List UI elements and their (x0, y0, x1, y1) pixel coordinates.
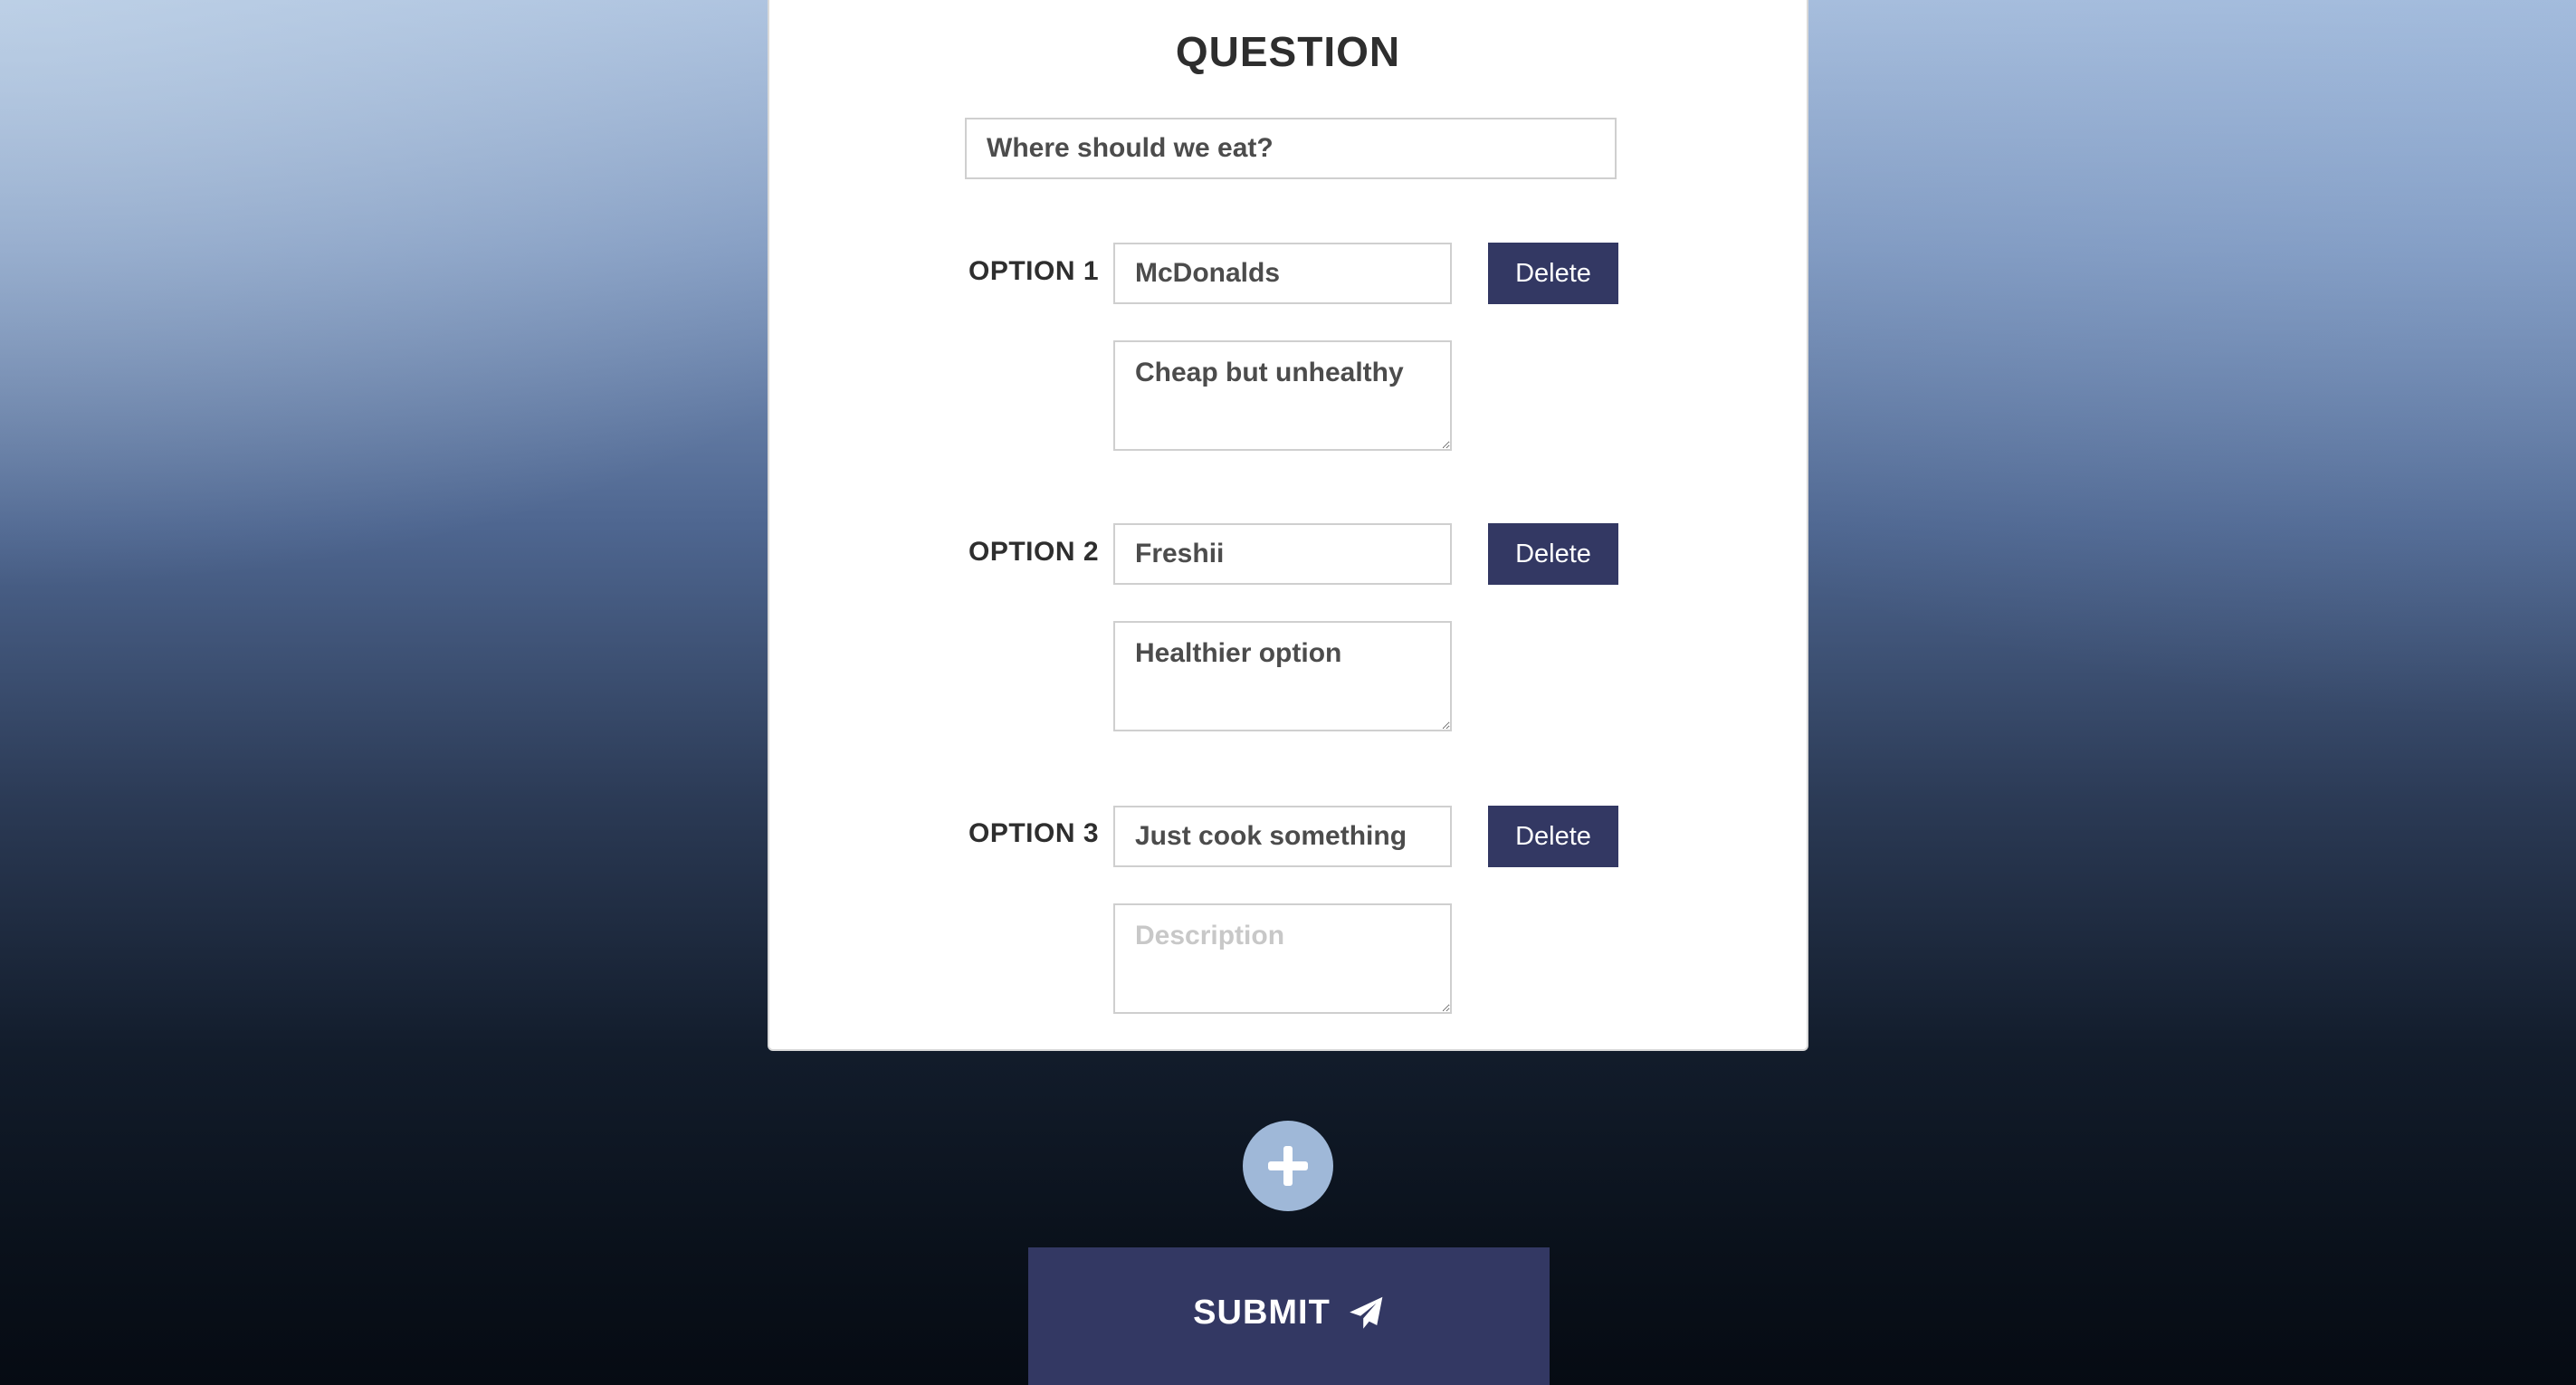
poll-form-card: QUESTION OPTION 1 Delete Cheap but unhea… (768, 0, 1808, 1051)
option-1-description-input[interactable]: Cheap but unhealthy (1113, 340, 1452, 451)
option-2-delete-button[interactable]: Delete (1488, 523, 1618, 585)
question-input[interactable] (965, 118, 1617, 179)
add-option-button[interactable] (1243, 1121, 1333, 1211)
option-3-label: OPTION 3 (968, 818, 1100, 848)
option-3-delete-button[interactable]: Delete (1488, 806, 1618, 867)
option-2-label: OPTION 2 (968, 537, 1100, 567)
submit-button[interactable]: SUBMIT (1028, 1247, 1550, 1385)
option-1-name-input[interactable] (1113, 243, 1452, 304)
submit-label: SUBMIT (1193, 1294, 1331, 1332)
option-2-description-input[interactable]: Healthier option (1113, 621, 1452, 731)
option-1-label: OPTION 1 (968, 256, 1100, 286)
option-2-name-input[interactable] (1113, 523, 1452, 585)
option-3-description-input[interactable] (1113, 903, 1452, 1014)
paper-plane-icon (1349, 1296, 1383, 1329)
option-1-delete-button[interactable]: Delete (1488, 243, 1618, 304)
option-3-name-input[interactable] (1113, 806, 1452, 867)
question-heading: QUESTION (1175, 28, 1401, 75)
